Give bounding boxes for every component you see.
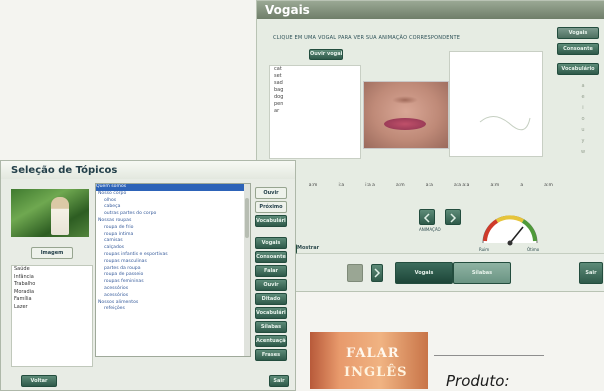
mode-button-ouvir[interactable]: Ouvir [255, 279, 287, 291]
waveform-panel [449, 51, 543, 157]
phoneme-scale: a e a:m i:a i:a a a:m a:a a:a a:a a:m a … [261, 183, 553, 193]
arrow-right-button[interactable] [371, 264, 383, 282]
scale-label: a:m [308, 183, 318, 188]
list-item[interactable]: roupas masculinas [96, 259, 250, 266]
list-item[interactable]: outras partes do corpo [96, 211, 250, 218]
scale-label: a:m [490, 183, 500, 188]
window-titlebar: Seleção de Tópicos [1, 161, 295, 179]
mode-button-consoante[interactable]: Consoante [255, 251, 287, 263]
scale-label: a:a [425, 183, 433, 188]
list-item[interactable]: Nosso corpo [96, 191, 250, 198]
window-titlebar: Vogais [257, 1, 604, 19]
list-item[interactable]: ar [270, 108, 360, 115]
scale-label: a:m [396, 183, 405, 188]
list-item[interactable]: calçados [96, 245, 250, 252]
window-title: Vogais [265, 3, 310, 17]
tab-vocabulario[interactable]: Vocabulário [557, 63, 599, 75]
animation-caption: ANIMAÇÃO [419, 227, 441, 232]
gauge-label-right: Ótimo [527, 247, 540, 252]
product-box-image: FALAR INGLÊS [310, 332, 428, 389]
pronunciation-gauge [482, 215, 538, 246]
bottom-toolbar: Mostrar Vogais Sílabas Sair [257, 244, 604, 291]
mode-button-frases[interactable]: Frases [255, 349, 287, 361]
list-item[interactable]: roupa de frio [96, 225, 250, 232]
product-line-1: FALAR [346, 346, 400, 361]
list-item[interactable]: dog [270, 94, 360, 101]
list-item[interactable]: roupas infantis e esportivas [96, 252, 250, 259]
gauge-label-left: Ruim [479, 247, 490, 252]
vowel-letter[interactable]: w [577, 147, 589, 158]
list-item[interactable]: set [270, 73, 360, 80]
topic-list[interactable]: Quem somos Nosso corpo olhos cabeça outr… [95, 183, 251, 357]
list-item[interactable]: Saúde [12, 266, 92, 274]
vowel-letter[interactable]: y [577, 136, 589, 147]
vowels-window: Vogais CLIQUE EM UMA VOGAL PARA VER SUA … [256, 0, 604, 292]
tab-consoante[interactable]: Consoante [557, 43, 599, 55]
mouth-animation-image [363, 81, 449, 149]
mode-button-falar[interactable]: Falar [255, 265, 287, 277]
image-button[interactable]: Imagem [31, 247, 73, 259]
listen-button[interactable]: Ouvir [255, 187, 287, 199]
exit-button[interactable]: Sair [269, 375, 289, 387]
list-item[interactable]: Lazer [12, 304, 92, 312]
listen-vowels-button[interactable]: Ouvir vogais [309, 49, 343, 60]
scrollbar[interactable] [244, 184, 250, 356]
mode-button-vocabulario[interactable]: Vocabulário [255, 307, 287, 319]
window-title: Seleção de Tópicos [11, 165, 118, 176]
theme-list[interactable]: Saúde Infância Trabalho Moradia Família … [11, 265, 93, 367]
vowel-letter[interactable]: u [577, 125, 589, 136]
vowel-letter[interactable]: o [577, 114, 589, 125]
scale-label: i:a a [365, 183, 375, 188]
product-line-2: INGLÊS [344, 365, 408, 380]
chevron-right-icon [374, 268, 381, 278]
list-item[interactable]: pen [270, 101, 360, 108]
scale-label: a:a a:a [453, 183, 470, 188]
vocabulary-button[interactable]: Vocabulário [255, 215, 287, 227]
mode-button-acentuacao[interactable]: Acentuação [255, 335, 287, 347]
list-item[interactable]: refeições [96, 306, 250, 313]
list-item[interactable]: acessórios [96, 293, 250, 300]
product-caption: Produto: [446, 372, 510, 390]
tab-vogais-bottom[interactable]: Vogais [395, 262, 453, 284]
instruction-text: CLIQUE EM UMA VOGAL PARA VER SUA ANIMAÇÃ… [273, 35, 461, 41]
mode-button-vogais[interactable]: Vogais [255, 237, 287, 249]
next-animation-button[interactable] [445, 209, 461, 225]
mode-button-silabas[interactable]: Sílabas [255, 321, 287, 333]
list-item[interactable]: Nossas roupas [96, 218, 250, 225]
scale-label: a:m [544, 183, 553, 188]
vowel-letter[interactable]: e [577, 92, 589, 103]
next-button[interactable]: Próximo [255, 201, 287, 213]
list-item[interactable]: cat [270, 66, 360, 73]
show-label: Mostrar [297, 245, 320, 251]
chevron-right-icon [450, 213, 457, 223]
divider [434, 355, 544, 356]
list-item[interactable]: sad [270, 80, 360, 87]
list-item[interactable]: Família [12, 296, 92, 304]
list-item[interactable]: Quem somos [96, 184, 250, 191]
back-button[interactable]: Voltar [21, 375, 57, 387]
mode-button-ditado[interactable]: Ditado [255, 293, 287, 305]
topic-selection-window: Seleção de Tópicos Imagem Quem somos Nos… [0, 160, 296, 391]
list-item[interactable]: Trabalho [12, 281, 92, 289]
play-button[interactable] [347, 264, 363, 282]
scroll-thumb[interactable] [245, 198, 249, 238]
list-item[interactable]: bag [270, 87, 360, 94]
prev-animation-button[interactable] [419, 209, 435, 225]
list-item[interactable]: Moradia [12, 289, 92, 297]
tab-silabas-bottom[interactable]: Sílabas [453, 262, 511, 284]
topic-photo [11, 189, 89, 237]
exit-button[interactable]: Sair [579, 262, 603, 284]
tab-vogais[interactable]: Vogais [557, 27, 599, 39]
vowel-letter[interactable]: i [577, 103, 589, 114]
scale-label: i:a [338, 183, 345, 188]
list-item[interactable]: Infância [12, 274, 92, 282]
vowel-letter-column: a e i o u y w [577, 81, 589, 158]
list-item[interactable]: roupas femininas [96, 279, 250, 286]
waveform-graphic [479, 116, 531, 131]
vowel-list[interactable]: cat set sad bag dog pen ar [269, 65, 361, 159]
scale-label: a [520, 183, 524, 188]
chevron-left-icon [423, 213, 430, 223]
list-item[interactable]: acessórios [96, 286, 250, 293]
vowel-letter[interactable]: a [577, 81, 589, 92]
